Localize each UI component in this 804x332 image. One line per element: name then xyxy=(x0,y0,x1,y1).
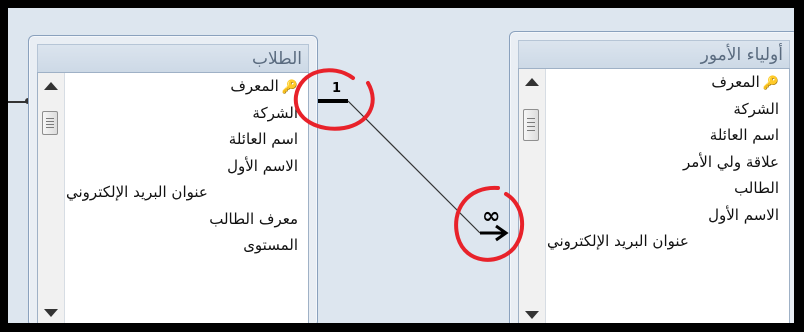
relationship-one-label: 1 xyxy=(332,81,342,96)
relationships-canvas: الطلاب 🔑المعرف الشركة اسم العائلة الاسم … xyxy=(8,8,794,323)
relationship-overlay xyxy=(293,68,525,262)
relationship-many-label: ∞ xyxy=(482,204,501,229)
relationship-line[interactable] xyxy=(347,100,481,234)
